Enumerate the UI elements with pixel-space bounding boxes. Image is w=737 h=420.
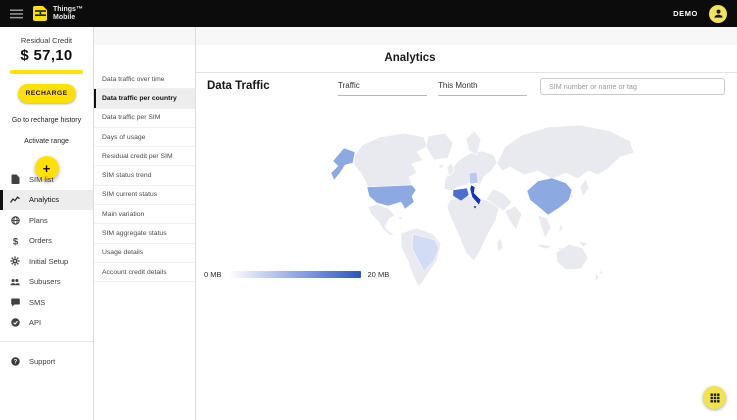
submenu-item-sim-aggregate-status[interactable]: SIM aggregate status xyxy=(94,224,195,243)
sidebar-item-label: Support xyxy=(29,357,55,366)
map-region-philippines xyxy=(559,223,563,233)
sim-search-input[interactable] xyxy=(541,79,724,94)
submenu-item-sim-status-trend[interactable]: SIM status trend xyxy=(94,166,195,185)
user-avatar[interactable] xyxy=(709,5,727,23)
sidebar-item-plans[interactable]: Plans xyxy=(0,210,93,231)
residual-credit-label: Residual Credit xyxy=(0,36,93,45)
credit-progress-bar xyxy=(10,70,83,74)
traffic-type-select[interactable]: Traffic xyxy=(338,81,427,96)
apps-button[interactable] xyxy=(703,386,726,409)
sidebar-item-label: API xyxy=(29,318,41,327)
sidebar-item-label: Initial Setup xyxy=(29,257,68,266)
map-region-japan xyxy=(580,179,589,197)
main-top-strip xyxy=(196,27,737,45)
brand-name: Things™ Mobile xyxy=(53,6,83,21)
legend-max-label: 20 MB xyxy=(368,270,390,279)
sim-card-icon xyxy=(10,174,20,184)
title-divider xyxy=(196,72,737,73)
sidebar-item-orders[interactable]: $ Orders xyxy=(0,231,93,252)
map-legend: 0 MB 20 MB xyxy=(204,270,389,279)
account-name-label: DEMO xyxy=(673,9,698,18)
submenu-item-data-traffic-per-sim[interactable]: Data traffic per SIM xyxy=(94,109,195,128)
submenu-item-data-traffic-over-time[interactable]: Data traffic over time xyxy=(94,70,195,89)
map-region-new-zealand xyxy=(595,269,603,282)
topbar: Things™ Mobile DEMO xyxy=(0,0,737,27)
map-base-land xyxy=(354,125,634,287)
sidebar-item-label: Orders xyxy=(29,236,52,245)
map-region-madagascar xyxy=(497,238,503,252)
sidebar-divider xyxy=(0,341,93,342)
svg-text:$: $ xyxy=(12,236,18,246)
menu-icon[interactable] xyxy=(10,9,23,19)
globe-icon xyxy=(10,216,20,225)
svg-text:?: ? xyxy=(13,359,17,365)
recharge-button[interactable]: RECHARGE xyxy=(18,84,76,103)
legend-min-label: 0 MB xyxy=(204,270,222,279)
legend-gradient xyxy=(229,271,361,278)
map-region-canada xyxy=(354,133,427,187)
map-region-iceland xyxy=(439,164,444,168)
main-content: Analytics Data Traffic Traffic This Mont… xyxy=(196,27,737,420)
world-map xyxy=(300,103,716,291)
message-icon xyxy=(10,298,20,307)
sidebar-item-sim-list[interactable]: SIM list xyxy=(0,169,93,190)
map-region-southeast-asia xyxy=(538,215,551,238)
submenu-item-account-credit-details[interactable]: Account credit details xyxy=(94,263,195,282)
grid-icon xyxy=(710,393,720,403)
sim-search-box xyxy=(540,78,725,95)
submenu-item-data-traffic-per-country[interactable]: Data traffic per country xyxy=(94,89,195,108)
sidebar-item-label: Analytics xyxy=(29,195,59,204)
sidebar-item-label: Subusers xyxy=(29,277,61,286)
recharge-history-link[interactable]: Go to recharge history xyxy=(0,117,93,124)
person-icon xyxy=(713,8,724,19)
dollar-icon: $ xyxy=(10,236,20,246)
sidebar-item-label: Plans xyxy=(29,216,48,225)
map-region-russia-north-asia xyxy=(497,125,634,179)
sidebar-item-support[interactable]: ? Support xyxy=(0,351,93,372)
map-region-greenland xyxy=(426,133,453,160)
period-select[interactable]: This Month xyxy=(438,81,527,96)
brand-logo-icon xyxy=(32,5,49,22)
residual-credit-value: $ 57,10 xyxy=(0,47,93,64)
line-chart-icon xyxy=(10,196,20,204)
brand-logo[interactable]: Things™ Mobile xyxy=(32,5,83,22)
map-country-alaska[interactable] xyxy=(331,148,355,180)
map-country-germany[interactable] xyxy=(469,172,478,184)
submenu-item-main-variation[interactable]: Main variation xyxy=(94,205,195,224)
submenu-item-days-of-usage[interactable]: Days of usage xyxy=(94,128,195,147)
submenu-item-sim-current-status[interactable]: SIM current status xyxy=(94,186,195,205)
submenu-item-usage-details[interactable]: Usage details xyxy=(94,244,195,263)
submenu-item-residual-credit-per-sim[interactable]: Residual credit per SIM xyxy=(94,147,195,166)
activate-range-link[interactable]: Activate range xyxy=(0,138,93,145)
map-country-china[interactable] xyxy=(527,178,572,215)
people-icon xyxy=(10,278,20,286)
sidebar-item-sms[interactable]: SMS xyxy=(0,292,93,313)
gear-icon xyxy=(10,256,20,266)
sidebar-item-label: SMS xyxy=(29,298,45,307)
map-region-caribbean xyxy=(397,216,404,220)
map-region-india xyxy=(505,206,522,230)
sidebar-menu: SIM list Analytics Plans xyxy=(0,169,93,333)
section-title: Data Traffic xyxy=(207,80,270,92)
map-region-mexico-central-america xyxy=(368,204,396,236)
sidebar-item-initial-setup[interactable]: Initial Setup xyxy=(0,251,93,272)
sidebar-item-subusers[interactable]: Subusers xyxy=(0,272,93,293)
sidebar-item-label: SIM list xyxy=(29,175,54,184)
sidebar: Residual Credit $ 57,10 RECHARGE Go to r… xyxy=(0,27,94,420)
verified-icon xyxy=(10,318,20,327)
analytics-submenu: Data traffic over time Data traffic per … xyxy=(94,27,196,420)
page-title: Analytics xyxy=(384,52,435,64)
question-circle-icon: ? xyxy=(10,357,20,366)
sidebar-item-api[interactable]: API xyxy=(0,313,93,334)
sidebar-item-analytics[interactable]: Analytics xyxy=(0,190,93,211)
submenu-top-strip xyxy=(94,27,195,45)
map-region-papua xyxy=(578,241,588,247)
